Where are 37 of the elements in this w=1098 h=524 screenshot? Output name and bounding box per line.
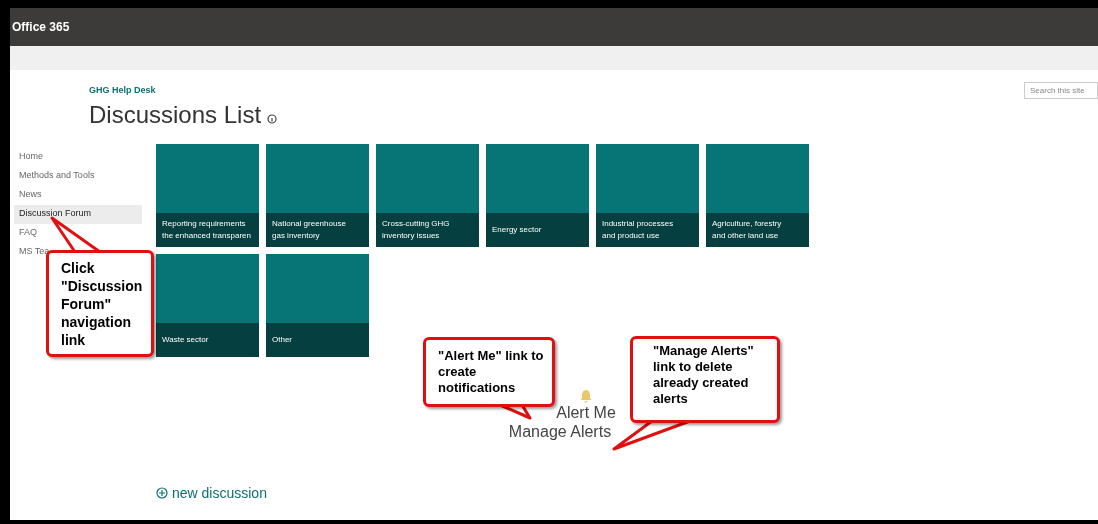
- tile-label: Reporting requirements: [162, 217, 247, 230]
- nav-link[interactable]: Home: [14, 147, 142, 167]
- alert-me-link[interactable]: Alert Me: [556, 402, 616, 422]
- tile-label: Agriculture, forestry: [712, 217, 783, 230]
- tile-label: Energy sector: [492, 223, 543, 236]
- category-tile[interactable]: Reporting requirements the enhanced transparen: [156, 143, 259, 247]
- tile-label: the enhanced transparen: [162, 229, 252, 242]
- category-tile[interactable]: Agriculture, forestry and other land use: [706, 143, 809, 247]
- tile-label: and product use: [602, 229, 661, 242]
- nav-link[interactable]: Methods and Tools: [14, 166, 142, 186]
- nav-link[interactable]: Discussion Forum: [14, 204, 142, 224]
- app-title[interactable]: Office 365: [12, 18, 70, 36]
- add-icon[interactable]: [156, 486, 168, 499]
- site-name[interactable]: GHG Help Desk: [89, 84, 278, 98]
- page-title: Discussions List: [89, 99, 262, 130]
- manage-alerts-link[interactable]: Manage Alerts: [508, 421, 612, 441]
- category-tile[interactable]: National greenhouse gas inventory: [266, 143, 369, 247]
- nav-link[interactable]: FAQ: [14, 223, 142, 243]
- category-tile[interactable]: Cross-cutting GHG inventory issues: [376, 143, 479, 247]
- tile-label: Industrial processes: [602, 217, 675, 230]
- category-tile[interactable]: Industrial processes and product use: [596, 143, 699, 247]
- tile-label: gas inventory: [272, 229, 321, 242]
- tile-label: inventory issues: [382, 229, 441, 242]
- tile-label: and other land use: [712, 229, 780, 242]
- new-discussion-link[interactable]: new discussion: [172, 484, 267, 501]
- nav-link[interactable]: News: [14, 185, 142, 205]
- tile-label: Other: [272, 333, 293, 346]
- search-field[interactable]: Search this site: [1024, 82, 1098, 99]
- tile-label: Cross-cutting GHG: [382, 217, 451, 230]
- tile-label: National greenhouse: [272, 217, 347, 230]
- bell-icon: [579, 388, 593, 403]
- callout: "Alert Me" link to create notifications: [423, 337, 555, 407]
- tile-label: Waste sector: [162, 333, 210, 346]
- category-tile[interactable]: Waste sector: [156, 253, 259, 357]
- category-tile[interactable]: Other: [266, 253, 369, 357]
- category-tile[interactable]: Energy sector: [486, 143, 589, 247]
- info-icon[interactable]: [267, 113, 278, 124]
